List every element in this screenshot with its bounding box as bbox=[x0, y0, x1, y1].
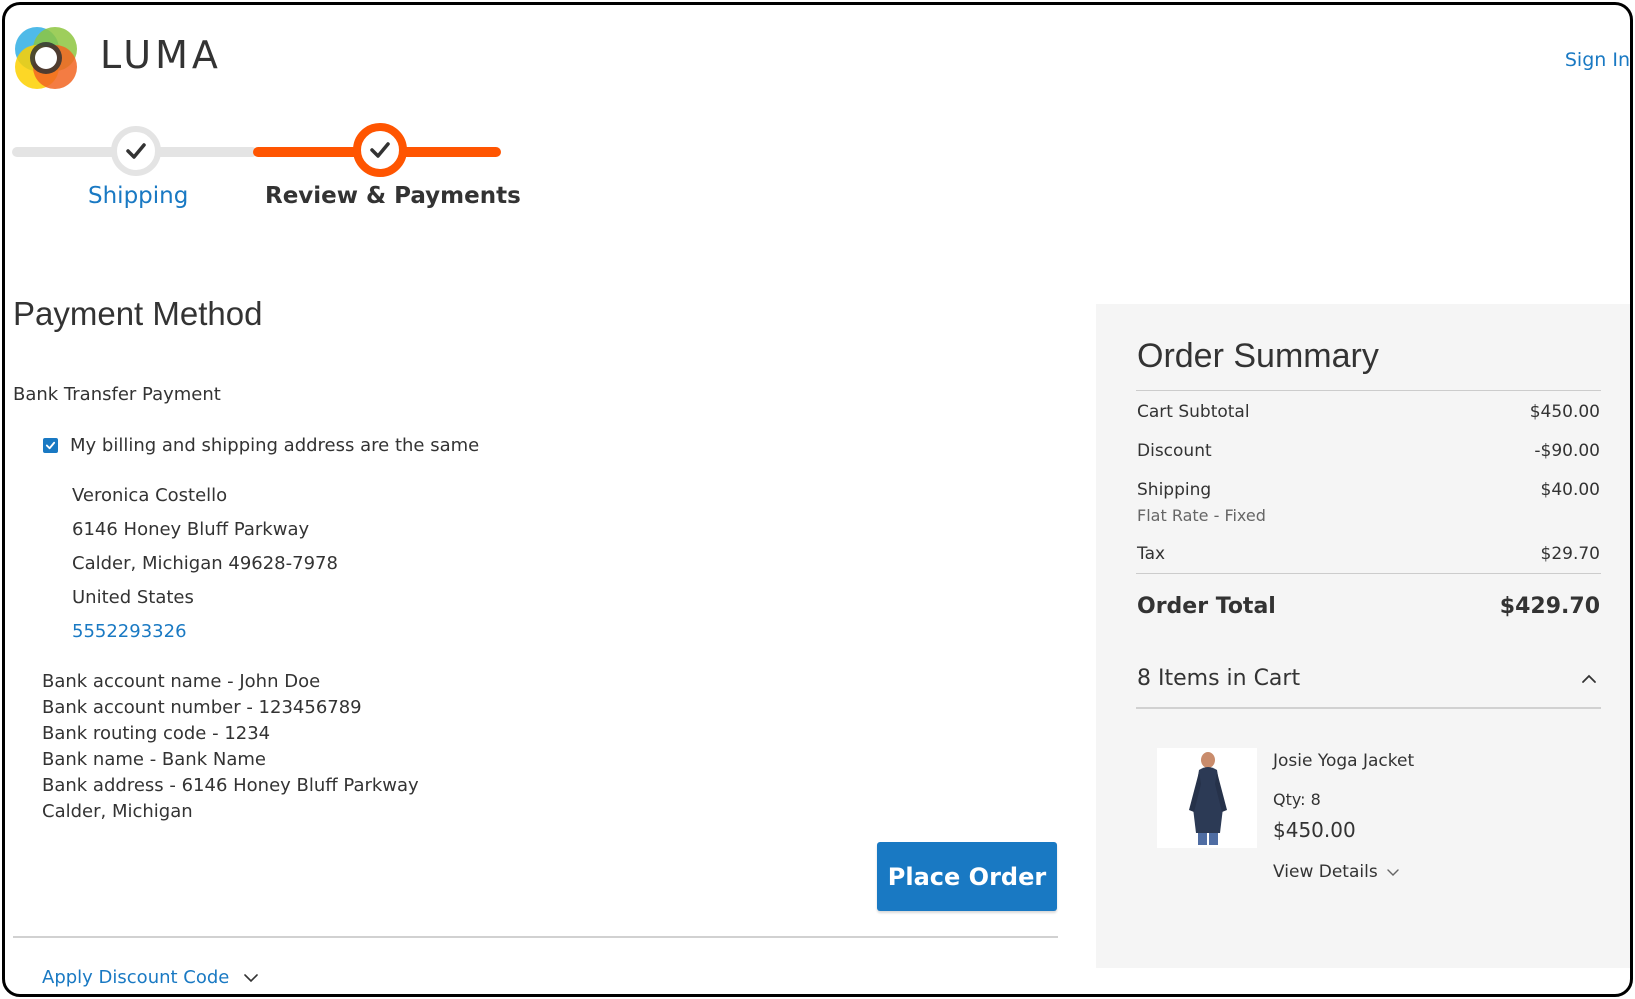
step-shipping-marker bbox=[111, 126, 161, 176]
check-icon bbox=[126, 143, 146, 159]
cart-subtotal-row: Cart Subtotal $450.00 bbox=[1137, 402, 1600, 422]
discount-label: Discount bbox=[1137, 441, 1212, 461]
address-city: Calder, Michigan 49628-7978 bbox=[72, 553, 338, 574]
order-total-value: $429.70 bbox=[1499, 594, 1600, 619]
payment-method-name: Bank Transfer Payment bbox=[13, 384, 221, 405]
bank-account-name: Bank account name - John Doe bbox=[42, 671, 321, 692]
shipping-row: Shipping $40.00 bbox=[1137, 480, 1600, 500]
bank-routing-code: Bank routing code - 1234 bbox=[42, 723, 271, 744]
check-icon bbox=[370, 142, 390, 158]
luma-logo-icon[interactable] bbox=[13, 25, 79, 91]
order-summary-panel: Order Summary Cart Subtotal $450.00 Disc… bbox=[1096, 304, 1630, 968]
tax-row: Tax $29.70 bbox=[1137, 544, 1600, 564]
step-review-marker bbox=[353, 123, 407, 177]
apply-discount-toggle[interactable]: Apply Discount Code bbox=[42, 967, 259, 988]
view-details-label[interactable]: View Details bbox=[1273, 862, 1378, 882]
bank-account-number: Bank account number - 123456789 bbox=[42, 697, 362, 718]
address-phone-link[interactable]: 5552293326 bbox=[72, 615, 338, 649]
apply-discount-label[interactable]: Apply Discount Code bbox=[42, 967, 229, 988]
bank-name: Bank name - Bank Name bbox=[42, 749, 266, 770]
address-name: Veronica Costello bbox=[72, 485, 228, 506]
bank-address: Bank address - 6146 Honey Bluff Parkway bbox=[42, 775, 419, 796]
sign-in-link[interactable]: Sign In bbox=[1565, 49, 1630, 71]
divider bbox=[1136, 573, 1601, 574]
billing-address: Veronica Costello 6146 Honey Bluff Parkw… bbox=[72, 479, 338, 649]
discount-value: -$90.00 bbox=[1534, 441, 1600, 461]
chevron-up-icon[interactable] bbox=[1581, 674, 1597, 684]
checkout-progress-bar: Shipping Review & Payments bbox=[5, 115, 521, 215]
cart-subtotal-label: Cart Subtotal bbox=[1137, 402, 1250, 422]
jacket-product-image bbox=[1189, 752, 1227, 845]
shipping-method: Flat Rate - Fixed bbox=[1137, 506, 1266, 525]
divider bbox=[13, 936, 1058, 938]
checkout-page: LUMA Sign In Shipping Review & Payments … bbox=[2, 2, 1633, 997]
place-order-button[interactable]: Place Order bbox=[877, 842, 1057, 911]
address-country: United States bbox=[72, 587, 194, 608]
chevron-down-icon[interactable] bbox=[1386, 868, 1400, 877]
address-street: 6146 Honey Bluff Parkway bbox=[72, 519, 310, 540]
divider bbox=[1136, 390, 1601, 391]
discount-row: Discount -$90.00 bbox=[1137, 441, 1600, 461]
same-address-label[interactable]: My billing and shipping address are the … bbox=[70, 435, 479, 456]
bank-details: Bank account name - John Doe Bank accoun… bbox=[42, 669, 419, 825]
shipping-label: Shipping bbox=[1137, 480, 1212, 500]
tax-value: $29.70 bbox=[1540, 544, 1600, 564]
tax-label: Tax bbox=[1137, 544, 1166, 564]
product-price: $450.00 bbox=[1273, 818, 1356, 842]
product-name: Josie Yoga Jacket bbox=[1273, 751, 1415, 771]
cart-subtotal-value: $450.00 bbox=[1529, 402, 1600, 422]
step-shipping-link[interactable]: Shipping bbox=[88, 183, 188, 209]
product-qty: Qty: 8 bbox=[1273, 790, 1321, 809]
product-thumbnail bbox=[1157, 748, 1257, 848]
payment-method-title: Payment Method bbox=[13, 295, 263, 332]
chevron-down-icon[interactable] bbox=[243, 973, 259, 983]
checkbox-checked-icon[interactable] bbox=[43, 438, 58, 453]
order-summary-title: Order Summary bbox=[1137, 337, 1379, 375]
shipping-value: $40.00 bbox=[1540, 480, 1600, 500]
logo-text[interactable]: LUMA bbox=[100, 33, 222, 77]
same-address-checkbox-row[interactable]: My billing and shipping address are the … bbox=[43, 435, 479, 456]
order-total-label: Order Total bbox=[1137, 594, 1276, 619]
step-review-label: Review & Payments bbox=[265, 183, 521, 209]
items-in-cart-label[interactable]: 8 Items in Cart bbox=[1137, 666, 1300, 691]
items-in-cart-toggle[interactable]: 8 Items in Cart bbox=[1137, 666, 1600, 691]
bank-city: Calder, Michigan bbox=[42, 801, 193, 822]
order-total-row: Order Total $429.70 bbox=[1137, 594, 1600, 619]
view-details-toggle[interactable]: View Details bbox=[1273, 862, 1400, 882]
divider bbox=[1136, 707, 1601, 709]
